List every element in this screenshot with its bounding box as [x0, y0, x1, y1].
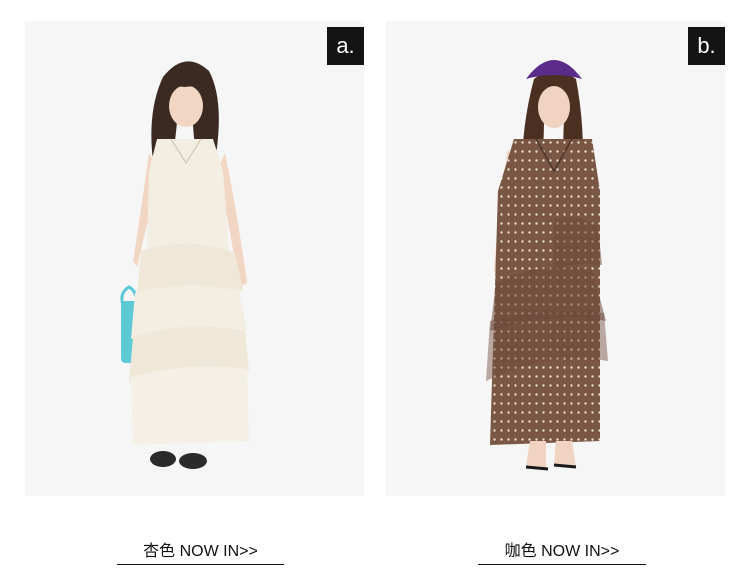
- product-card-coffee[interactable]: b.: [386, 21, 725, 496]
- shop-link-apricot[interactable]: 杏色 NOW IN>>: [117, 542, 284, 565]
- shop-link-coffee[interactable]: 咖色 NOW IN>>: [478, 542, 646, 565]
- product-label-badge: a.: [327, 27, 364, 65]
- product-photo-coffee-dress[interactable]: [386, 21, 725, 496]
- product-card-apricot[interactable]: a.: [25, 21, 364, 496]
- product-photo-apricot-dress[interactable]: [25, 21, 364, 496]
- product-label-badge: b.: [688, 27, 725, 65]
